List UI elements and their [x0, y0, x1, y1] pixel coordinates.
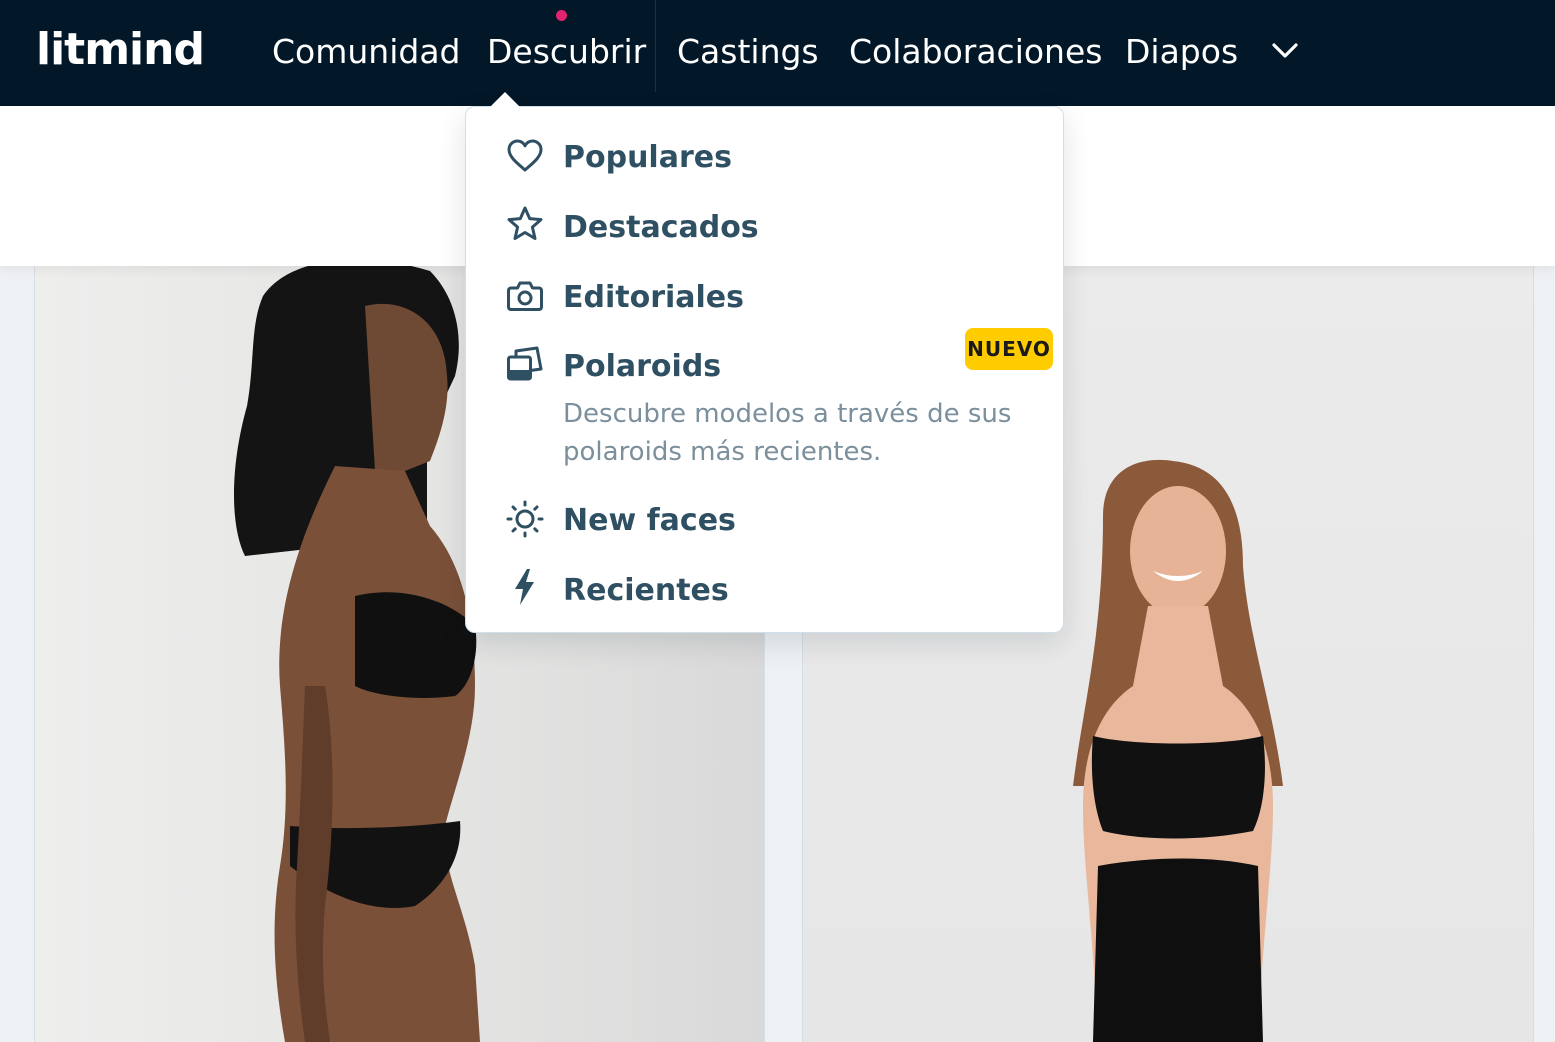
active-indicator-dot: [556, 10, 567, 21]
lightning-icon: [506, 568, 544, 606]
heart-icon: [506, 137, 544, 175]
nav-item-castings[interactable]: Castings: [677, 30, 819, 74]
new-badge: NUEVO: [965, 328, 1053, 370]
nav-divider: [655, 0, 656, 92]
camera-icon: [506, 277, 544, 315]
polaroids-description: Descubre modelos a través de sus polaroi…: [563, 399, 1012, 467]
star-icon: [506, 205, 544, 243]
menu-item-label: Populares: [563, 140, 732, 175]
menu-item-label: Polaroids: [563, 349, 722, 384]
chevron-down-icon[interactable]: [1270, 36, 1300, 66]
menu-item-label: Recientes: [563, 573, 729, 608]
nav-item-descubrir[interactable]: Descubrir: [487, 30, 646, 74]
litmind-logo[interactable]: litmind: [36, 22, 205, 82]
menu-item-editoriales[interactable]: Editoriales: [466, 275, 1063, 319]
discover-dropdown-menu: Populares Destacados Editoriales Polaroi…: [465, 106, 1064, 633]
menu-item-new-faces[interactable]: New faces: [466, 498, 1063, 542]
nav-item-diapos[interactable]: Diapos: [1125, 30, 1238, 74]
menu-item-recientes[interactable]: Recientes: [466, 568, 1063, 612]
sun-icon: [506, 500, 544, 538]
menu-item-label: Destacados: [563, 210, 759, 245]
polaroid-icon: [506, 345, 544, 383]
menu-item-populares[interactable]: Populares: [466, 135, 1063, 179]
menu-item-label: New faces: [563, 503, 736, 538]
nav-item-colaboraciones[interactable]: Colaboraciones: [849, 30, 1102, 74]
menu-item-label: Editoriales: [563, 280, 745, 315]
nav-item-comunidad[interactable]: Comunidad: [272, 30, 461, 74]
top-navigation-bar: litmind Comunidad Descubrir Castings Col…: [0, 0, 1555, 106]
dropdown-caret: [490, 92, 520, 107]
menu-item-destacados[interactable]: Destacados: [466, 205, 1063, 249]
